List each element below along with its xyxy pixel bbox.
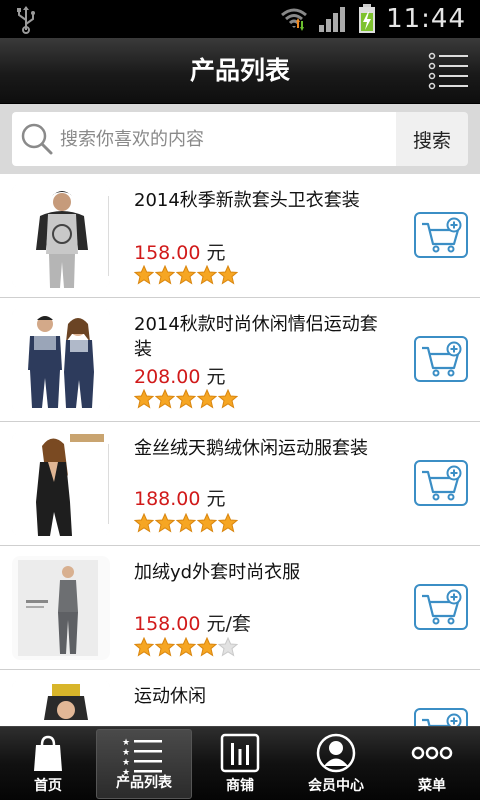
star-filled-icon [176, 265, 196, 285]
nav-label: 菜单 [418, 778, 446, 794]
star-filled-icon [155, 265, 175, 285]
star-filled-icon [176, 513, 196, 533]
star-filled-icon [218, 513, 238, 533]
star-filled-icon [134, 389, 154, 409]
nav-label: 首页 [34, 778, 62, 794]
star-filled-icon [176, 637, 196, 657]
star-filled-icon [134, 637, 154, 657]
usb-icon [17, 6, 35, 34]
search-bar: 搜索 [0, 104, 480, 174]
product-list: 2014秋季新款套头卫衣套装 158.00 元 2014秋款时尚休闲情侣运动套装… [0, 174, 480, 726]
add-to-cart-icon [422, 589, 462, 625]
signal-icon [319, 7, 346, 32]
add-to-cart-button[interactable] [414, 212, 468, 258]
star-empty-icon [218, 637, 238, 657]
search-box [12, 112, 396, 166]
product-name: 2014秋季新款套头卫衣套装 [134, 190, 360, 211]
star-filled-icon [155, 637, 175, 657]
star-filled-icon [197, 513, 217, 533]
divider [108, 444, 109, 524]
add-to-cart-button[interactable] [414, 460, 468, 506]
product-price: 188.00 [134, 488, 201, 510]
member-avatar-icon [316, 733, 356, 773]
product-price: 208.00 [134, 366, 201, 388]
add-to-cart-button[interactable] [414, 584, 468, 630]
clock-time: 11:44 [386, 4, 466, 34]
star-filled-icon [218, 265, 238, 285]
list-item[interactable]: 2014秋款时尚休闲情侣运动套装 208.00 元 [0, 298, 480, 422]
svg-text:★: ★ [122, 758, 130, 768]
price-unit: 元 [206, 488, 226, 510]
list-item[interactable]: 2014秋季新款套头卫衣套装 158.00 元 [0, 174, 480, 298]
add-to-cart-icon [422, 465, 462, 501]
search-icon [21, 123, 53, 155]
product-name: 金丝绒天鹅绒休闲运动服套装 [134, 438, 368, 459]
rating-stars [134, 265, 238, 285]
star-filled-icon [155, 513, 175, 533]
wifi-icon [281, 8, 308, 31]
product-name: 加绒yd外套时尚衣服 [134, 562, 301, 583]
nav-label: 商铺 [226, 778, 254, 794]
product-image-casual-sport [12, 680, 110, 726]
product-image-velvet-set [12, 432, 110, 536]
star-filled-icon [176, 389, 196, 409]
list-menu-icon[interactable] [428, 50, 470, 90]
search-input[interactable] [60, 112, 390, 166]
add-to-cart-icon [422, 341, 462, 377]
product-name: 运动休闲 [134, 686, 206, 707]
product-name: 2014秋款时尚休闲情侣运动套装 [134, 314, 378, 360]
star-list-icon: ★ ★ ★ ★ [122, 738, 162, 776]
list-item[interactable]: 金丝绒天鹅绒休闲运动服套装 188.00 元 [0, 422, 480, 546]
nav-item-home[interactable]: 首页 [0, 727, 96, 800]
more-dots-icon [411, 746, 453, 760]
add-to-cart-icon [422, 713, 462, 726]
nav-label: 会员中心 [308, 778, 364, 794]
price-unit: 元 [206, 366, 226, 388]
svg-text:★: ★ [122, 748, 130, 758]
star-filled-icon [218, 389, 238, 409]
price-unit: 元/套 [206, 613, 251, 635]
battery-charging-icon [359, 4, 376, 33]
star-filled-icon [155, 389, 175, 409]
star-filled-icon [197, 389, 217, 409]
status-bar: 11:44 [0, 0, 480, 38]
product-image-hoodie-set [12, 184, 110, 288]
star-filled-icon [134, 265, 154, 285]
svg-text:★: ★ [122, 738, 130, 748]
add-to-cart-icon [422, 217, 462, 253]
rating-stars [134, 637, 238, 657]
product-price: 158.00 [134, 613, 201, 635]
shopping-bag-icon [34, 735, 62, 771]
product-price: 158.00 [134, 242, 201, 264]
product-image-couple-tracksuit [12, 308, 110, 412]
nav-label: 产品列表 [116, 775, 172, 791]
star-filled-icon [197, 265, 217, 285]
rating-stars [134, 389, 238, 409]
title-bar: 产品列表 [0, 38, 480, 104]
list-item[interactable]: 运动休闲 [0, 670, 480, 726]
page-title: 产品列表 [189, 56, 290, 85]
price-unit: 元 [206, 242, 226, 264]
search-button[interactable]: 搜索 [396, 112, 468, 166]
price-row: 158.00 元/套 [134, 609, 251, 636]
star-filled-icon [197, 637, 217, 657]
product-image-fleece-jacket [12, 556, 110, 660]
price-row: 188.00 元 [134, 484, 226, 511]
list-item[interactable]: 加绒yd外套时尚衣服 158.00 元/套 [0, 546, 480, 670]
shop-bars-icon [220, 733, 260, 773]
price-row: 158.00 元 [134, 238, 226, 265]
divider [108, 196, 109, 276]
nav-item-menu[interactable]: 菜单 [384, 727, 480, 800]
rating-stars [134, 513, 238, 533]
add-to-cart-button[interactable] [414, 336, 468, 382]
star-filled-icon [134, 513, 154, 533]
nav-item-product-list[interactable]: ★ ★ ★ ★ 产品列表 [96, 729, 192, 799]
nav-item-shop[interactable]: 商铺 [192, 727, 288, 800]
nav-item-member-center[interactable]: 会员中心 [288, 727, 384, 800]
price-row: 208.00 元 [134, 362, 226, 389]
bottom-nav: 首页 ★ ★ ★ ★ 产品列表 商铺 会员中心 菜单 [0, 726, 480, 800]
add-to-cart-button[interactable] [414, 708, 468, 726]
